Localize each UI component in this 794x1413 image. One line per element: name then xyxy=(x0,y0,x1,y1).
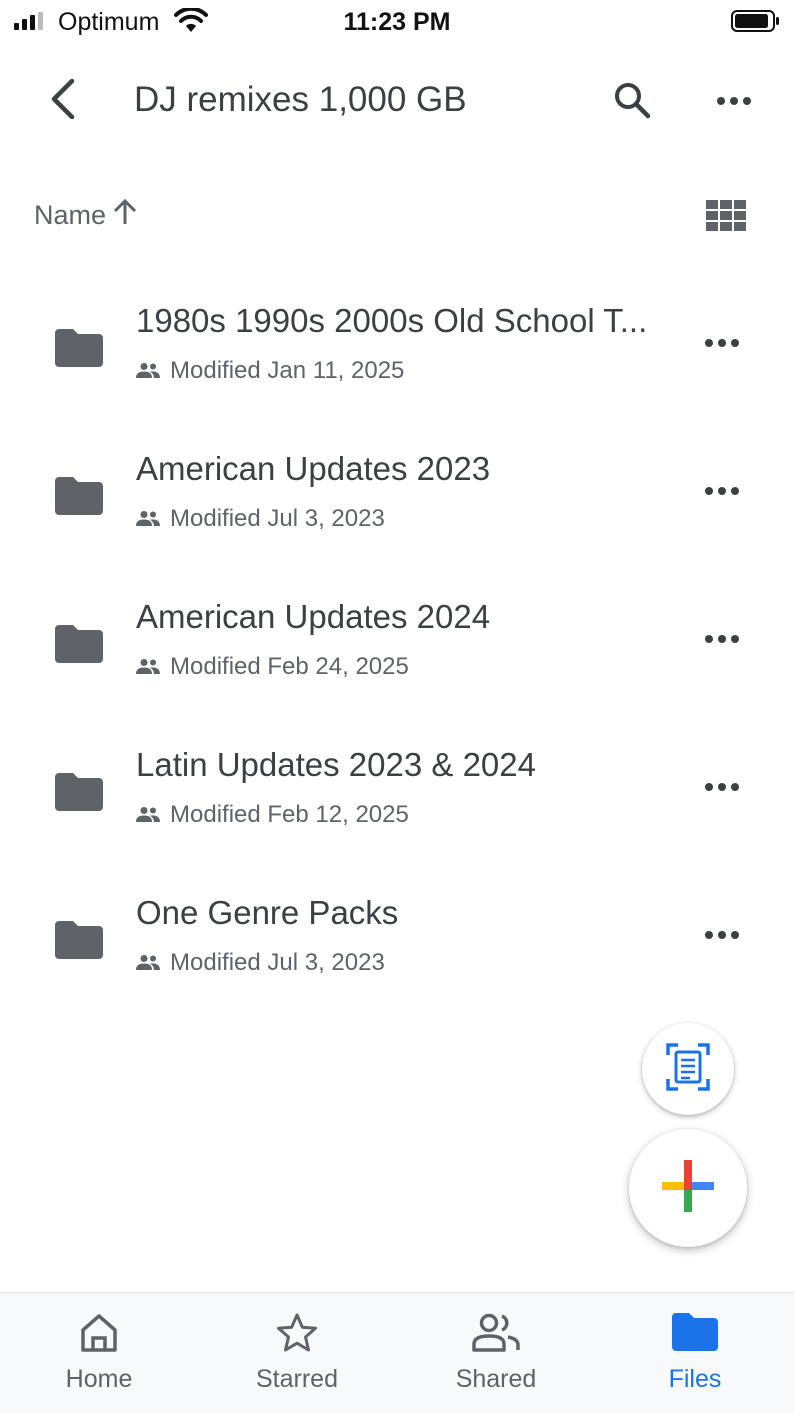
modified-date: Modified Jul 3, 2023 xyxy=(170,505,385,532)
home-icon xyxy=(0,1313,198,1353)
folder-icon xyxy=(55,329,103,372)
list-item[interactable]: Latin Updates 2023 & 2024 Modified Feb 1… xyxy=(0,726,794,874)
status-time: 11:23 PM xyxy=(343,8,451,36)
nav-starred[interactable]: Starred xyxy=(198,1293,396,1413)
list-item[interactable]: 1980s 1990s 2000s Old School T... Modifi… xyxy=(0,282,794,430)
file-name: American Updates 2023 xyxy=(136,450,491,487)
file-name: American Updates 2024 xyxy=(136,598,491,635)
modified-date: Modified Jan 11, 2025 xyxy=(170,357,405,384)
modified-date: Modified Jul 3, 2023 xyxy=(170,949,385,976)
grid-view-icon xyxy=(706,199,746,237)
plus-icon xyxy=(662,1159,714,1217)
sort-label: Name xyxy=(34,200,107,230)
folder-icon xyxy=(596,1313,794,1351)
shared-people-icon xyxy=(136,801,160,829)
more-horizontal-icon xyxy=(716,93,752,111)
arrow-up-icon xyxy=(112,198,138,233)
shared-people-icon xyxy=(136,505,160,533)
nav-shared-label: Shared xyxy=(455,1365,537,1393)
item-more-button[interactable] xyxy=(694,320,750,368)
item-more-button[interactable] xyxy=(694,616,750,664)
people-icon xyxy=(397,1313,595,1353)
more-horizontal-icon xyxy=(704,927,740,945)
file-name: Latin Updates 2023 & 2024 xyxy=(136,746,536,783)
shared-people-icon xyxy=(136,357,160,385)
bottom-navigation: Home Starred Shared Files xyxy=(0,1292,794,1413)
more-horizontal-icon xyxy=(704,631,740,649)
shared-people-icon xyxy=(136,653,160,681)
folder-icon xyxy=(55,773,103,816)
more-horizontal-icon xyxy=(704,335,740,353)
chevron-left-icon xyxy=(48,78,78,124)
folder-icon xyxy=(55,921,103,964)
search-button[interactable] xyxy=(604,74,660,130)
nav-shared[interactable]: Shared xyxy=(397,1293,595,1413)
file-name: 1980s 1990s 2000s Old School T... xyxy=(136,302,648,339)
list-item[interactable]: American Updates 2024 Modified Feb 24, 2… xyxy=(0,578,794,726)
scan-document-button[interactable] xyxy=(642,1023,734,1115)
item-more-button[interactable] xyxy=(694,912,750,960)
file-meta: Modified Jan 11, 2025 xyxy=(136,357,404,385)
folder-icon xyxy=(55,477,103,520)
nav-starred-label: Starred xyxy=(256,1365,338,1393)
file-meta: Modified Feb 24, 2025 xyxy=(136,653,409,681)
modified-date: Modified Feb 12, 2025 xyxy=(170,801,409,828)
nav-files[interactable]: Files xyxy=(596,1293,794,1413)
search-icon xyxy=(612,80,652,125)
battery-icon xyxy=(731,9,781,38)
more-horizontal-icon xyxy=(704,779,740,797)
file-meta: Modified Jul 3, 2023 xyxy=(136,949,385,977)
item-more-button[interactable] xyxy=(694,468,750,516)
star-icon xyxy=(198,1313,396,1353)
list-item[interactable]: One Genre Packs Modified Jul 3, 2023 xyxy=(0,874,794,1022)
file-meta: Modified Jul 3, 2023 xyxy=(136,505,385,533)
modified-date: Modified Feb 24, 2025 xyxy=(170,653,409,680)
page-title: DJ remixes 1,000 GB xyxy=(134,80,467,119)
new-button[interactable] xyxy=(629,1129,747,1247)
more-horizontal-icon xyxy=(704,483,740,501)
folder-icon xyxy=(55,625,103,668)
nav-files-label: Files xyxy=(668,1365,722,1393)
grid-view-button[interactable] xyxy=(700,194,752,242)
sort-by-name-button[interactable]: Name xyxy=(34,198,138,233)
item-more-button[interactable] xyxy=(694,764,750,812)
list-item[interactable]: American Updates 2023 Modified Jul 3, 20… xyxy=(0,430,794,578)
file-meta: Modified Feb 12, 2025 xyxy=(136,801,409,829)
status-bar: Optimum 11:23 PM xyxy=(0,0,794,44)
document-scan-icon xyxy=(666,1042,710,1096)
more-options-button[interactable] xyxy=(706,74,762,130)
file-name: One Genre Packs xyxy=(136,894,399,931)
shared-people-icon xyxy=(136,949,160,977)
back-button[interactable] xyxy=(36,74,90,128)
nav-home-label: Home xyxy=(65,1365,133,1393)
nav-home[interactable]: Home xyxy=(0,1293,198,1413)
